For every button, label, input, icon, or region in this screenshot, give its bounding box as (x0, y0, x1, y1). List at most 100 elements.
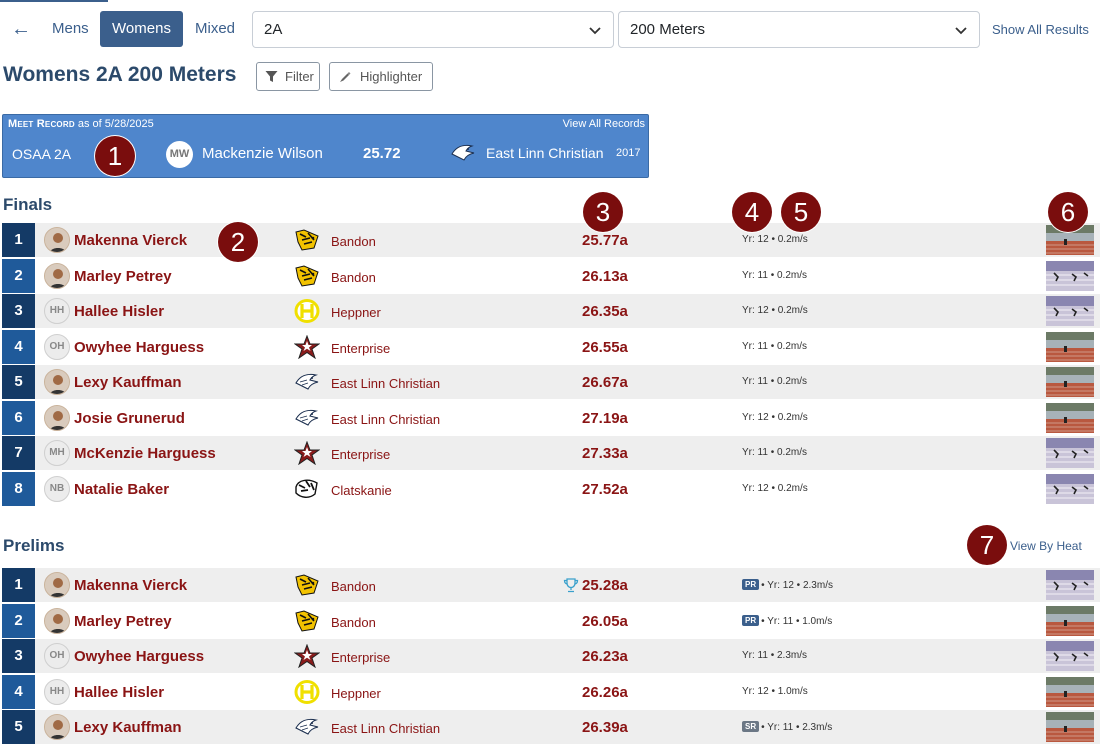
tab-womens[interactable]: Womens (100, 11, 183, 47)
place-number: 4 (2, 329, 35, 364)
year-wind-text: Yr: 11 • 0.2m/s (742, 447, 808, 458)
tab-mixed[interactable]: Mixed (195, 11, 235, 47)
eagle-logo-icon (294, 370, 320, 394)
result-mark[interactable]: 27.19a (582, 410, 628, 427)
race-video-thumbnail[interactable] (1046, 712, 1094, 742)
result-row[interactable]: 4 OH Owyhee Harguess Enterprise 26.55a Yr: 11… (2, 329, 1100, 364)
school-name-link[interactable]: Bandon (331, 615, 376, 630)
year-wind-text: Yr: 11 • 0.2m/s (742, 269, 808, 281)
filter-button[interactable]: Filter (256, 62, 320, 91)
athlete-name-link[interactable]: Lexy Kauffman (74, 374, 182, 391)
record-mark: 25.72 (363, 145, 401, 162)
result-mark[interactable]: 25.28a (582, 577, 628, 594)
school-name-link[interactable]: East Linn Christian (331, 376, 440, 391)
race-video-thumbnail[interactable] (1046, 331, 1094, 362)
athlete-name-link[interactable]: Hallee Hisler (74, 684, 164, 701)
event-select-value: 200 Meters (630, 21, 706, 38)
school-name-link[interactable]: Enterprise (331, 650, 390, 665)
year-wind-text: • Yr: 12 • 2.3m/s (761, 580, 833, 591)
athlete-avatar (44, 404, 70, 431)
athlete-name-link[interactable]: Makenna Vierck (74, 232, 187, 249)
result-mark[interactable]: 26.05a (582, 613, 628, 630)
school-name-link[interactable]: Bandon (331, 234, 376, 249)
athlete-name-link[interactable]: McKenzie Harguess (74, 445, 216, 462)
year-wind-text: Yr: 12 • 0.2m/s (742, 482, 808, 494)
school-name-link[interactable]: Bandon (331, 579, 376, 594)
show-all-results-link[interactable]: Show All Results (992, 11, 1089, 49)
school-name-link[interactable]: East Linn Christian (331, 412, 440, 427)
result-mark[interactable]: 26.55a (582, 339, 628, 356)
race-video-thumbnail[interactable] (1046, 260, 1094, 291)
result-row[interactable]: 1 Makenna Vierck Bandon 25.77a Yr: 12 • 0.2m… (2, 223, 1100, 257)
athlete-name-link[interactable]: Owyhee Harguess (74, 648, 204, 665)
result-mark[interactable]: 26.35a (582, 303, 628, 320)
view-by-heat-link[interactable]: View By Heat (1010, 539, 1082, 553)
view-all-records-link[interactable]: View All Records (563, 118, 645, 130)
athlete-photo-icon (45, 228, 69, 252)
result-mark[interactable]: 26.26a (582, 684, 628, 701)
result-row[interactable]: 2 Marley Petrey Bandon 26.13a Yr: 11 • 0.2m/… (2, 258, 1100, 293)
result-row[interactable]: 2 Marley Petrey Bandon 26.05a PR • Yr: 11 • 1… (2, 603, 1100, 638)
result-mark[interactable]: 27.33a (582, 445, 628, 462)
school-name-link[interactable]: Enterprise (331, 341, 390, 356)
athlete-name-link[interactable]: Marley Petrey (74, 613, 172, 630)
result-row[interactable]: 7 MH McKenzie Harguess Enterprise 27.33a Yr: … (2, 436, 1100, 470)
place-number: 6 (2, 400, 35, 435)
school-name-link[interactable]: Clatskanie (331, 483, 392, 498)
year-wind-text: Yr: 12 • 0.2m/s (742, 411, 808, 423)
race-video-thumbnail[interactable] (1046, 605, 1094, 636)
result-mark[interactable]: 26.67a (582, 374, 628, 391)
race-video-thumbnail[interactable] (1046, 367, 1094, 397)
back-arrow-icon[interactable]: ← (10, 17, 32, 41)
race-video-thumbnail[interactable] (1046, 296, 1094, 326)
record-school[interactable]: East Linn Christian (486, 145, 604, 161)
result-mark[interactable]: 26.13a (582, 268, 628, 285)
school-name-link[interactable]: East Linn Christian (331, 721, 440, 736)
result-row[interactable]: 3 OH Owyhee Harguess Enterprise 26.23a Yr: 11… (2, 639, 1100, 673)
result-row[interactable]: 6 Josie Grunerud East Linn Christian 27.19a… (2, 400, 1100, 435)
race-video-thumbnail[interactable] (1046, 676, 1094, 707)
athlete-name-link[interactable]: Owyhee Harguess (74, 339, 204, 356)
race-video-thumbnail[interactable] (1046, 473, 1094, 504)
result-row[interactable]: 5 Lexy Kauffman East Linn Christian 26.39a S… (2, 710, 1100, 744)
result-mark[interactable]: 26.39a (582, 719, 628, 736)
result-row[interactable]: 3 HH Hallee Hisler Heppner 26.35a Yr: 12 • 0.… (2, 294, 1100, 328)
athlete-name-link[interactable]: Marley Petrey (74, 268, 172, 285)
result-mark[interactable]: 27.52a (582, 481, 628, 498)
result-row[interactable]: 4 HH Hallee Hisler Heppner 26.26a Yr: 12 • 1.… (2, 674, 1100, 709)
athlete-name-link[interactable]: Hallee Hisler (74, 303, 164, 320)
result-meta: Yr: 11 • 0.2m/s (742, 341, 807, 352)
callout-marker: 3 (583, 192, 623, 232)
tab-mens[interactable]: Mens (52, 11, 89, 47)
race-video-thumbnail[interactable] (1046, 641, 1094, 671)
result-row[interactable]: 1 Makenna Vierck Bandon 25.28a PR • Yr: 12 • … (2, 568, 1100, 602)
athlete-name-link[interactable]: Josie Grunerud (74, 410, 185, 427)
classification-select[interactable]: 2A (252, 11, 614, 48)
school-name-link[interactable]: Enterprise (331, 447, 390, 462)
athlete-name-link[interactable]: Makenna Vierck (74, 577, 187, 594)
record-holder-name[interactable]: Mackenzie Wilson (202, 145, 323, 162)
school-name-link[interactable]: Bandon (331, 270, 376, 285)
school-name-link[interactable]: Heppner (331, 686, 381, 701)
race-video-thumbnail[interactable] (1046, 570, 1094, 600)
highlighter-button[interactable]: Highlighter (329, 62, 433, 91)
result-meta: Yr: 11 • 0.2m/s (742, 447, 807, 458)
place-number: 4 (2, 674, 35, 709)
result-mark[interactable]: 26.23a (582, 648, 628, 665)
race-video-thumbnail[interactable] (1046, 438, 1094, 468)
record-holder-avatar: MW (166, 141, 193, 168)
athlete-avatar (44, 262, 70, 289)
athlete-name-link[interactable]: Lexy Kauffman (74, 719, 182, 736)
place-number: 1 (2, 223, 35, 257)
athlete-name-link[interactable]: Natalie Baker (74, 481, 169, 498)
meet-record-title: Meet Record (8, 118, 75, 130)
year-wind-text: Yr: 11 • 0.2m/s (742, 376, 808, 387)
result-mark[interactable]: 25.77a (582, 232, 628, 249)
result-row[interactable]: 5 Lexy Kauffman East Linn Christian 26.67a Y… (2, 365, 1100, 399)
event-select[interactable]: 200 Meters (618, 11, 980, 48)
result-meta: SR • Yr: 11 • 2.3m/s (742, 721, 832, 733)
result-row[interactable]: 8 NB Natalie Baker Clatskanie 27.52a Yr: 12 •… (2, 471, 1100, 506)
school-name-link[interactable]: Heppner (331, 305, 381, 320)
bandon-tiger-logo-icon (294, 609, 320, 633)
race-video-thumbnail[interactable] (1046, 402, 1094, 433)
